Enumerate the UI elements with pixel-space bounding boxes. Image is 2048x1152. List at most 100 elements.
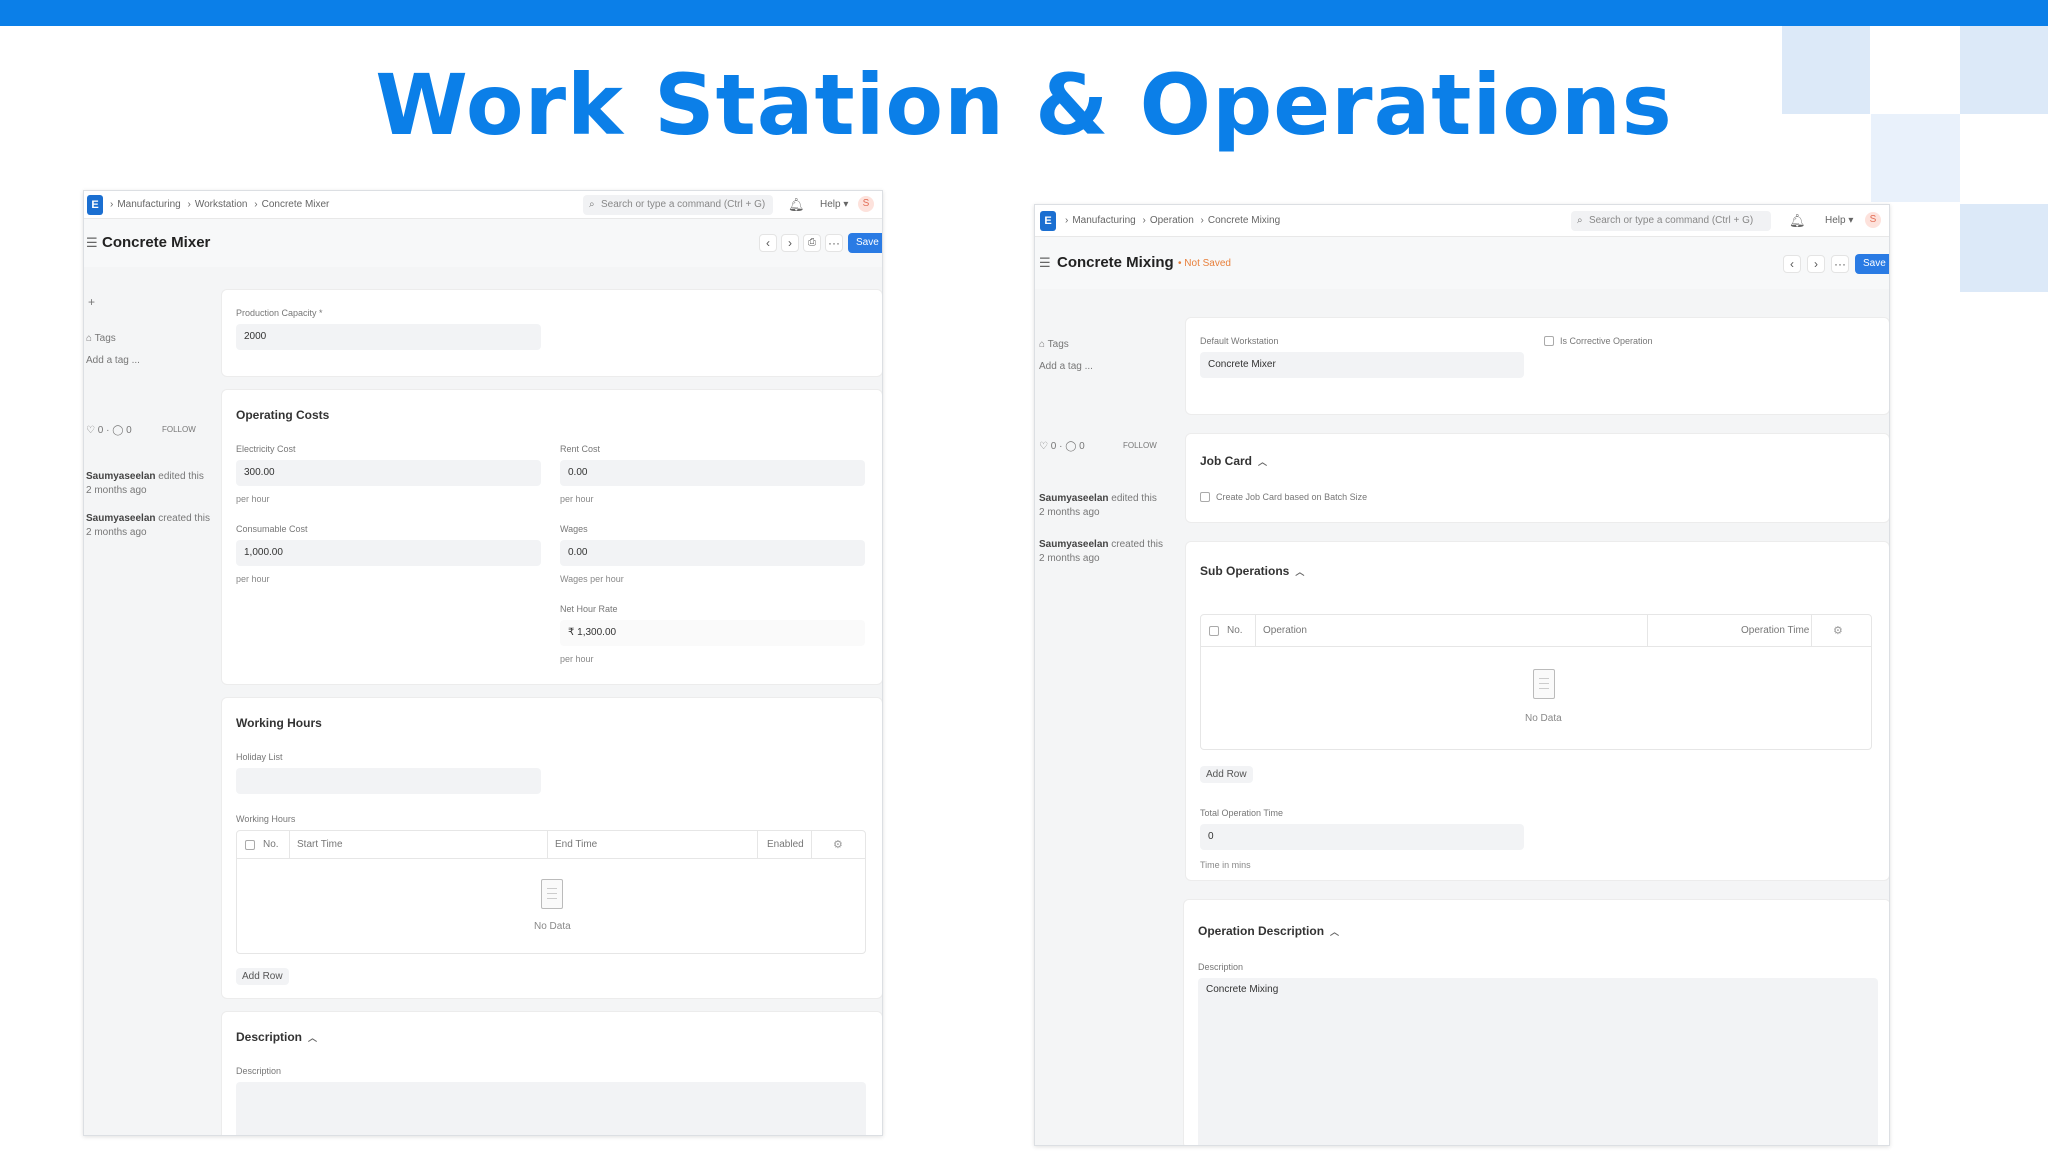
more-button[interactable]: ··· [1831, 255, 1849, 273]
column-header: No. [1227, 625, 1243, 636]
save-button[interactable]: Save [848, 233, 882, 253]
no-data-text: No Data [534, 921, 571, 932]
section-title: Working Hours [236, 716, 322, 730]
next-button[interactable]: › [1807, 255, 1825, 273]
rent-cost-input[interactable]: 0.00 [560, 460, 865, 486]
gear-icon[interactable]: ⚙ [833, 838, 843, 851]
status-badge: • Not Saved [1178, 258, 1231, 269]
section-title: Job Card ︿ [1200, 454, 1268, 468]
add-icon[interactable]: + [88, 295, 95, 309]
working-hours-card: Working Hours Holiday List Working Hours… [221, 697, 882, 999]
hint: per hour [560, 654, 594, 664]
description-textarea[interactable] [236, 1082, 866, 1135]
column-header: Start Time [297, 839, 343, 850]
breadcrumb-item[interactable]: Workstation [195, 199, 248, 210]
create-job-card-checkbox[interactable] [1200, 492, 1210, 502]
field-label: Wages [560, 524, 588, 534]
default-workstation-input[interactable]: Concrete Mixer [1200, 352, 1524, 378]
table-header: No. Operation Operation Time ⚙ [1201, 615, 1871, 647]
is-corrective-checkbox[interactable] [1544, 336, 1554, 346]
app-logo[interactable]: E [87, 195, 103, 215]
activity-created: Saumyaseelan created this [1039, 539, 1163, 550]
column-header: Enabled [767, 839, 804, 850]
more-button[interactable]: ··· [825, 234, 843, 252]
help-dropdown[interactable]: Help ▾ [820, 199, 848, 210]
bell-icon[interactable]: 🔔︎ [1789, 213, 1806, 229]
menu-icon[interactable]: ☰ [1039, 255, 1051, 271]
column-header: Operation [1263, 625, 1307, 636]
add-row-button[interactable]: Add Row [1200, 766, 1253, 783]
search-input[interactable]: ⌕ Search or type a command (Ctrl + G) [1571, 211, 1771, 231]
field-label: Total Operation Time [1200, 808, 1284, 818]
breadcrumb-item[interactable]: Concrete Mixing [1208, 215, 1280, 226]
add-tag-link[interactable]: Add a tag ... [86, 355, 140, 366]
select-all-checkbox[interactable] [245, 840, 255, 850]
holiday-list-input[interactable] [236, 768, 541, 794]
hint: Wages per hour [560, 574, 624, 584]
prev-button[interactable]: ‹ [759, 234, 777, 252]
breadcrumb-item[interactable]: Manufacturing [1072, 215, 1135, 226]
field-label: Rent Cost [560, 444, 601, 454]
activity-time: 2 months ago [1039, 507, 1100, 518]
page-header: ☰ Concrete Mixing • Not Saved ‹ › ··· Sa… [1035, 237, 1889, 289]
operating-costs-card: Operating Costs Electricity Cost 300.00 … [221, 389, 882, 685]
section-title: Sub Operations ︿ [1200, 564, 1305, 578]
likes-count[interactable]: ♡ 0 · ◯ 0 [86, 425, 132, 436]
field-label: Working Hours [236, 814, 296, 824]
total-operation-time-input[interactable]: 0 [1200, 824, 1524, 850]
breadcrumb-item[interactable]: Manufacturing [117, 199, 180, 210]
likes-count[interactable]: ♡ 0 · ◯ 0 [1039, 441, 1085, 452]
activity-created: Saumyaseelan created this [86, 513, 210, 524]
page-title: Concrete Mixing [1057, 254, 1174, 271]
table-header: No. Start Time End Time Enabled ⚙ [237, 831, 865, 859]
chevron-up-icon: ︿ [1258, 457, 1268, 467]
gear-icon[interactable]: ⚙ [1833, 624, 1843, 637]
checkbox-label: Create Job Card based on Batch Size [1216, 492, 1368, 502]
column-header: Operation Time [1741, 625, 1810, 636]
search-icon: ⌕ [589, 199, 595, 210]
breadcrumb-item[interactable]: Operation [1150, 215, 1194, 226]
menu-icon[interactable]: ☰ [86, 235, 98, 251]
select-all-checkbox[interactable] [1209, 626, 1219, 636]
app-logo[interactable]: E [1040, 211, 1056, 231]
tag-icon: ⌂ [86, 333, 93, 344]
hint: Time in mins [1200, 860, 1251, 870]
no-data-icon [541, 879, 563, 909]
production-capacity-input[interactable]: 2000 [236, 324, 541, 350]
breadcrumb-item[interactable]: Concrete Mixer [262, 199, 330, 210]
net-hour-rate-input: ₹ 1,300.00 [560, 620, 865, 646]
job-card-section: Job Card ︿ Create Job Card based on Batch… [1185, 433, 1889, 523]
next-button[interactable]: › [781, 234, 799, 252]
activity-time: 2 months ago [86, 527, 147, 538]
follow-link[interactable]: FOLLOW [1123, 441, 1157, 450]
hint: per hour [236, 494, 270, 504]
add-tag-link[interactable]: Add a tag ... [1039, 361, 1093, 372]
description-card: Description ︿ Description [221, 1011, 882, 1135]
wages-input[interactable]: 0.00 [560, 540, 865, 566]
field-label: Net Hour Rate [560, 604, 618, 614]
decor-square [1960, 204, 2048, 292]
workstation-screenshot: E › Manufacturing › Workstation › Concrete … [83, 190, 883, 1136]
help-dropdown[interactable]: Help ▾ [1825, 215, 1853, 226]
checkbox-label: Is Corrective Operation [1560, 336, 1653, 346]
navbar: E › Manufacturing › Workstation › Concrete … [84, 191, 882, 219]
tags-label: ⌂ Tags [1039, 339, 1069, 350]
hint: per hour [236, 574, 270, 584]
column-header: No. [263, 839, 279, 850]
bell-icon[interactable]: 🔔︎ [788, 197, 805, 213]
search-input[interactable]: ⌕ Search or type a command (Ctrl + G) [583, 195, 773, 215]
description-textarea[interactable]: Concrete Mixing [1198, 978, 1878, 1145]
consumable-cost-input[interactable]: 1,000.00 [236, 540, 541, 566]
page-title: Concrete Mixer [102, 234, 211, 251]
avatar[interactable]: S [858, 196, 874, 212]
save-button[interactable]: Save [1855, 254, 1889, 274]
follow-link[interactable]: FOLLOW [162, 425, 196, 434]
prev-button[interactable]: ‹ [1783, 255, 1801, 273]
print-icon[interactable]: ⎙ [803, 234, 821, 252]
no-data-text: No Data [1525, 713, 1562, 724]
electricity-cost-input[interactable]: 300.00 [236, 460, 541, 486]
tags-label: ⌂ Tags [86, 333, 116, 344]
avatar[interactable]: S [1865, 212, 1881, 228]
add-row-button[interactable]: Add Row [236, 968, 289, 985]
field-label: Electricity Cost [236, 444, 296, 454]
